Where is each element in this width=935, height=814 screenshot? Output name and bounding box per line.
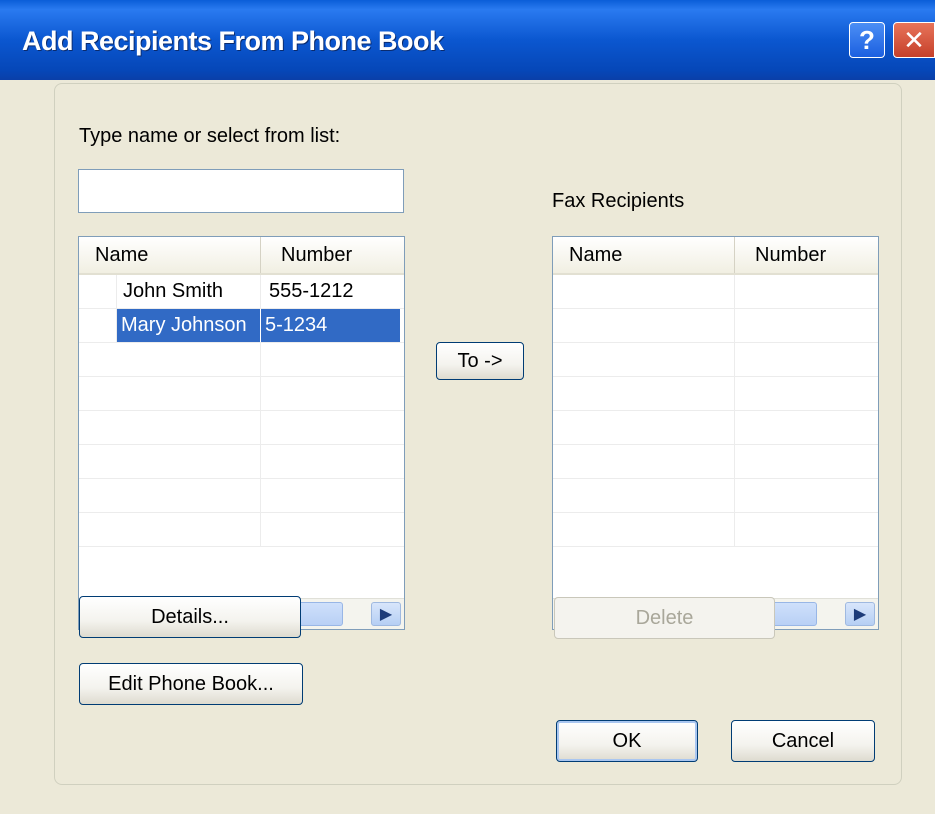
search-prompt-label: Type name or select from list: <box>79 125 341 147</box>
phonebook-list[interactable]: Name Number John Smith 555-1212 Mary Joh… <box>78 236 405 630</box>
phonebook-rows: John Smith 555-1212 Mary Johnson 5-1234 <box>79 275 404 547</box>
scroll-right-icon[interactable]: ▶ <box>371 602 401 626</box>
list-item[interactable]: Mary Johnson 5-1234 <box>79 309 404 343</box>
title-bar[interactable]: Add Recipients From Phone Book ? ✕ <box>0 0 935 80</box>
help-icon[interactable]: ? <box>849 22 885 58</box>
column-header-name[interactable]: Name <box>79 237 261 273</box>
column-header-name[interactable]: Name <box>553 237 735 273</box>
details-button[interactable]: Details... <box>79 596 301 638</box>
cancel-button[interactable]: Cancel <box>731 720 875 762</box>
dialog-body: Type name or select from list: Name Numb… <box>0 80 935 814</box>
contact-number: 5-1234 <box>261 309 400 342</box>
list-item[interactable]: John Smith 555-1212 <box>79 275 404 309</box>
fax-recipients-label: Fax Recipients <box>552 190 685 212</box>
contact-number: 555-1212 <box>269 280 354 302</box>
fax-recipients-rows <box>553 275 878 547</box>
delete-button[interactable]: Delete <box>554 597 775 639</box>
fax-recipients-list-header: Name Number <box>553 237 878 275</box>
column-header-number[interactable]: Number <box>261 237 404 273</box>
column-header-number[interactable]: Number <box>735 237 878 273</box>
edit-phone-book-button[interactable]: Edit Phone Book... <box>79 663 303 705</box>
window-title: Add Recipients From Phone Book <box>22 26 444 56</box>
scroll-right-icon[interactable]: ▶ <box>845 602 875 626</box>
close-icon[interactable]: ✕ <box>893 22 935 58</box>
fax-recipients-list[interactable]: Name Number ◀ ||| ▶ <box>552 236 879 630</box>
search-input[interactable] <box>78 169 404 213</box>
contact-name: Mary Johnson <box>117 309 261 342</box>
ok-button[interactable]: OK <box>556 720 698 762</box>
phonebook-list-header: Name Number <box>79 237 404 275</box>
contact-name: John Smith <box>117 275 261 308</box>
to-button[interactable]: To -> <box>436 342 524 380</box>
